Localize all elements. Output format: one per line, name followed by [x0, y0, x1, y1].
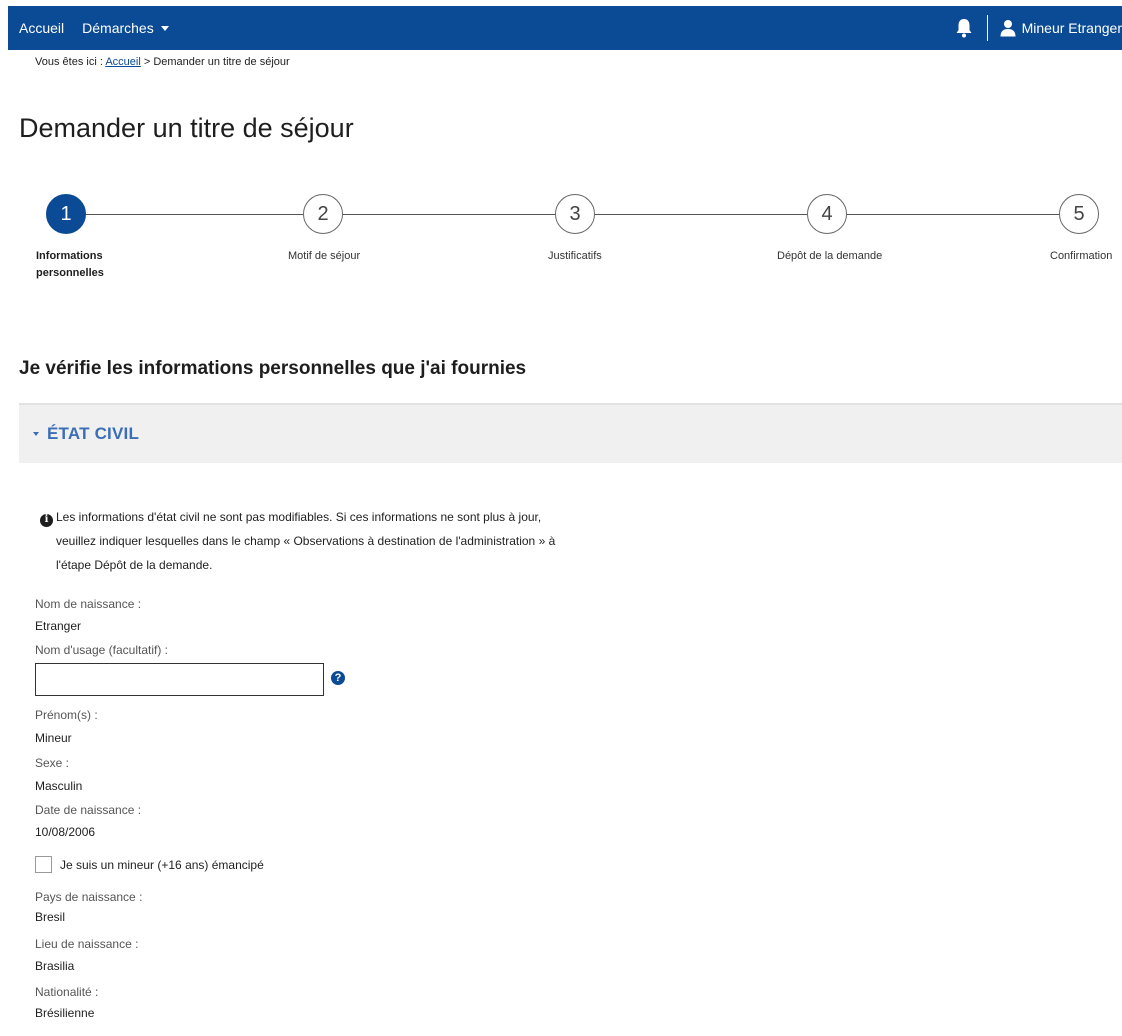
page-title: Demander un titre de séjour	[19, 113, 354, 143]
nav-home-link[interactable]: Accueil	[19, 20, 64, 36]
emancipated-checkbox-label[interactable]: Je suis un mineur (+16 ans) émancipé	[60, 858, 264, 872]
first-names-value: Mineur	[35, 731, 72, 745]
step-3-label: Justificatifs	[548, 250, 602, 262]
step-5-label: Confirmation	[1050, 250, 1113, 262]
step-1-label: Informations personnelles	[36, 248, 104, 282]
sex-value: Masculin	[35, 779, 83, 793]
notice-line-3: l'étape Dépôt de la demande.	[56, 558, 213, 572]
nav-procedures-label: Démarches	[82, 20, 154, 36]
breadcrumb-prefix: Vous êtes ici :	[35, 56, 106, 68]
accordion-title: ÉTAT CIVIL	[47, 424, 140, 443]
user-menu[interactable]: Mineur Etranger	[1000, 19, 1122, 37]
usage-name-label: Nom d'usage (facultatif) :	[35, 643, 169, 657]
top-navigation-bar: Accueil Démarches Mineur Etranger	[8, 6, 1122, 50]
info-notice: i Les informations d'état civil ne sont p…	[40, 505, 600, 577]
step-4-circle: 4	[807, 194, 847, 234]
breadcrumb: Vous êtes ici : Accueil > Demander un ti…	[35, 56, 290, 68]
step-1-circle: 1	[46, 194, 86, 234]
breadcrumb-home-link[interactable]: Accueil	[105, 56, 140, 68]
birth-name-value: Etranger	[35, 619, 82, 633]
stepper-connector	[595, 214, 807, 215]
birth-country-label: Pays de naissance :	[35, 890, 143, 904]
nationality-label: Nationalité :	[35, 985, 99, 999]
step-2-label: Motif de séjour	[288, 250, 361, 262]
progress-stepper: 1 2 3 4 5 Informations personnelles Moti…	[0, 194, 1122, 284]
stepper-connector	[86, 214, 303, 215]
notice-line-2: veuillez indiquer lesquelles dans le cha…	[56, 534, 556, 548]
main-menu: Accueil Démarches	[19, 6, 187, 50]
nationality-value: Brésilienne	[35, 1006, 95, 1020]
user-icon	[1000, 20, 1016, 37]
first-names-label: Prénom(s) :	[35, 708, 98, 722]
nav-separator	[986, 15, 988, 41]
caret-down-icon	[160, 25, 169, 31]
step-3-circle: 3	[555, 194, 595, 234]
birth-country-value: Bresil	[35, 910, 66, 924]
breadcrumb-current: > Demander un titre de séjour	[140, 56, 290, 68]
sex-label: Sexe :	[35, 756, 70, 770]
step-5-circle: 5	[1059, 194, 1099, 234]
emancipated-checkbox[interactable]	[35, 856, 52, 873]
notice-line-1: i Les informations d'état civil ne sont p…	[40, 505, 600, 529]
stepper-connector	[847, 214, 1059, 215]
birth-date-label: Date de naissance :	[35, 803, 142, 817]
usage-name-input[interactable]	[35, 663, 324, 696]
expand-triangle-icon	[33, 432, 39, 436]
bell-icon[interactable]	[953, 16, 975, 40]
section-heading: Je vérifie les informations personnelles…	[19, 358, 527, 379]
info-icon: i	[40, 513, 53, 527]
step-1-label-line1: Informations	[36, 250, 103, 262]
birth-date-value: 10/08/2006	[35, 825, 96, 839]
notice-line-1-text: Les informations d'état civil ne sont pa…	[56, 510, 542, 524]
nav-procedures-menu[interactable]: Démarches	[82, 20, 169, 36]
stepper-connector	[343, 214, 555, 215]
birth-place-value: Brasilia	[35, 959, 75, 973]
birth-place-label: Lieu de naissance :	[35, 937, 139, 951]
step-1-label-line2: personnelles	[36, 267, 104, 279]
step-2-circle: 2	[303, 194, 343, 234]
user-area: Mineur Etranger	[953, 6, 1122, 50]
user-name: Mineur Etranger	[1021, 20, 1122, 36]
help-icon[interactable]: ?	[331, 671, 345, 685]
etat-civil-accordion-toggle[interactable]: ÉTAT CIVIL	[19, 403, 1122, 463]
birth-name-label: Nom de naissance :	[35, 597, 142, 611]
step-4-label: Dépôt de la demande	[777, 250, 883, 262]
